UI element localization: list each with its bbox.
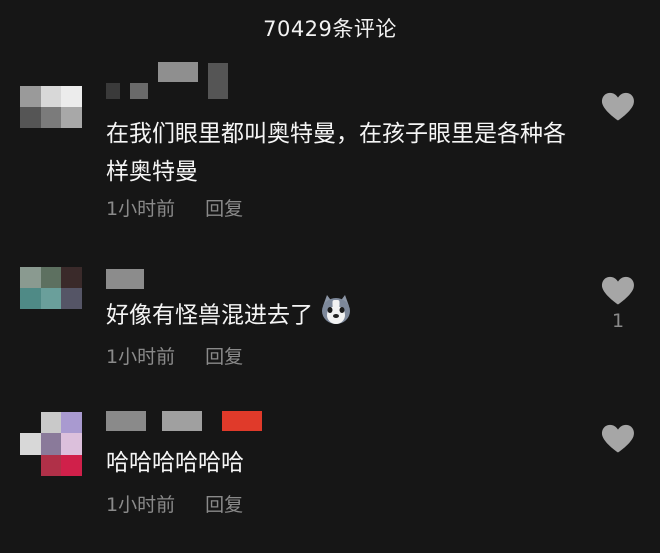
username[interactable] [106,410,262,432]
comment-item: 在我们眼里都叫奥特曼，在孩子眼里是各种各样奥特曼 1小时前 回复 [0,60,660,230]
comment-text: 哈哈哈哈哈哈 [106,450,244,476]
comment-meta: 1小时前 回复 [106,490,243,517]
comment-text: 好像有怪兽混进去了 [106,294,576,338]
heart-icon [602,92,634,121]
reply-button[interactable]: 回复 [205,194,243,221]
username[interactable] [106,268,144,290]
heart-icon [602,276,634,305]
avatar[interactable] [20,267,82,309]
like-button[interactable] [598,90,638,126]
reply-button[interactable]: 回复 [205,490,243,517]
comment-item: 好像有怪兽混进去了 1小时前 回复 1 [0,262,660,392]
comment-time: 1小时前 [106,198,176,220]
reply-button[interactable]: 回复 [205,342,243,369]
like-button[interactable] [598,422,638,458]
avatar[interactable] [20,412,82,476]
comment-text-content: 好像有怪兽混进去了 [106,302,313,329]
comment-time: 1小时前 [106,494,176,516]
husky-emoji-icon [319,294,353,338]
heart-icon [602,424,634,453]
comment-count-title: 70429条评论 [263,17,397,41]
comment-text: 在我们眼里都叫奥特曼，在孩子眼里是各种各样奥特曼 [106,121,566,185]
comment-item: 哈哈哈哈哈哈 1小时前 回复 [0,404,660,534]
like-button[interactable]: 1 [598,274,638,332]
comment-meta: 1小时前 回复 [106,194,243,221]
comment-meta: 1小时前 回复 [106,342,243,369]
username[interactable] [106,62,228,99]
avatar[interactable] [20,86,82,128]
comment-time: 1小时前 [106,346,176,368]
like-count: 1 [611,310,625,332]
